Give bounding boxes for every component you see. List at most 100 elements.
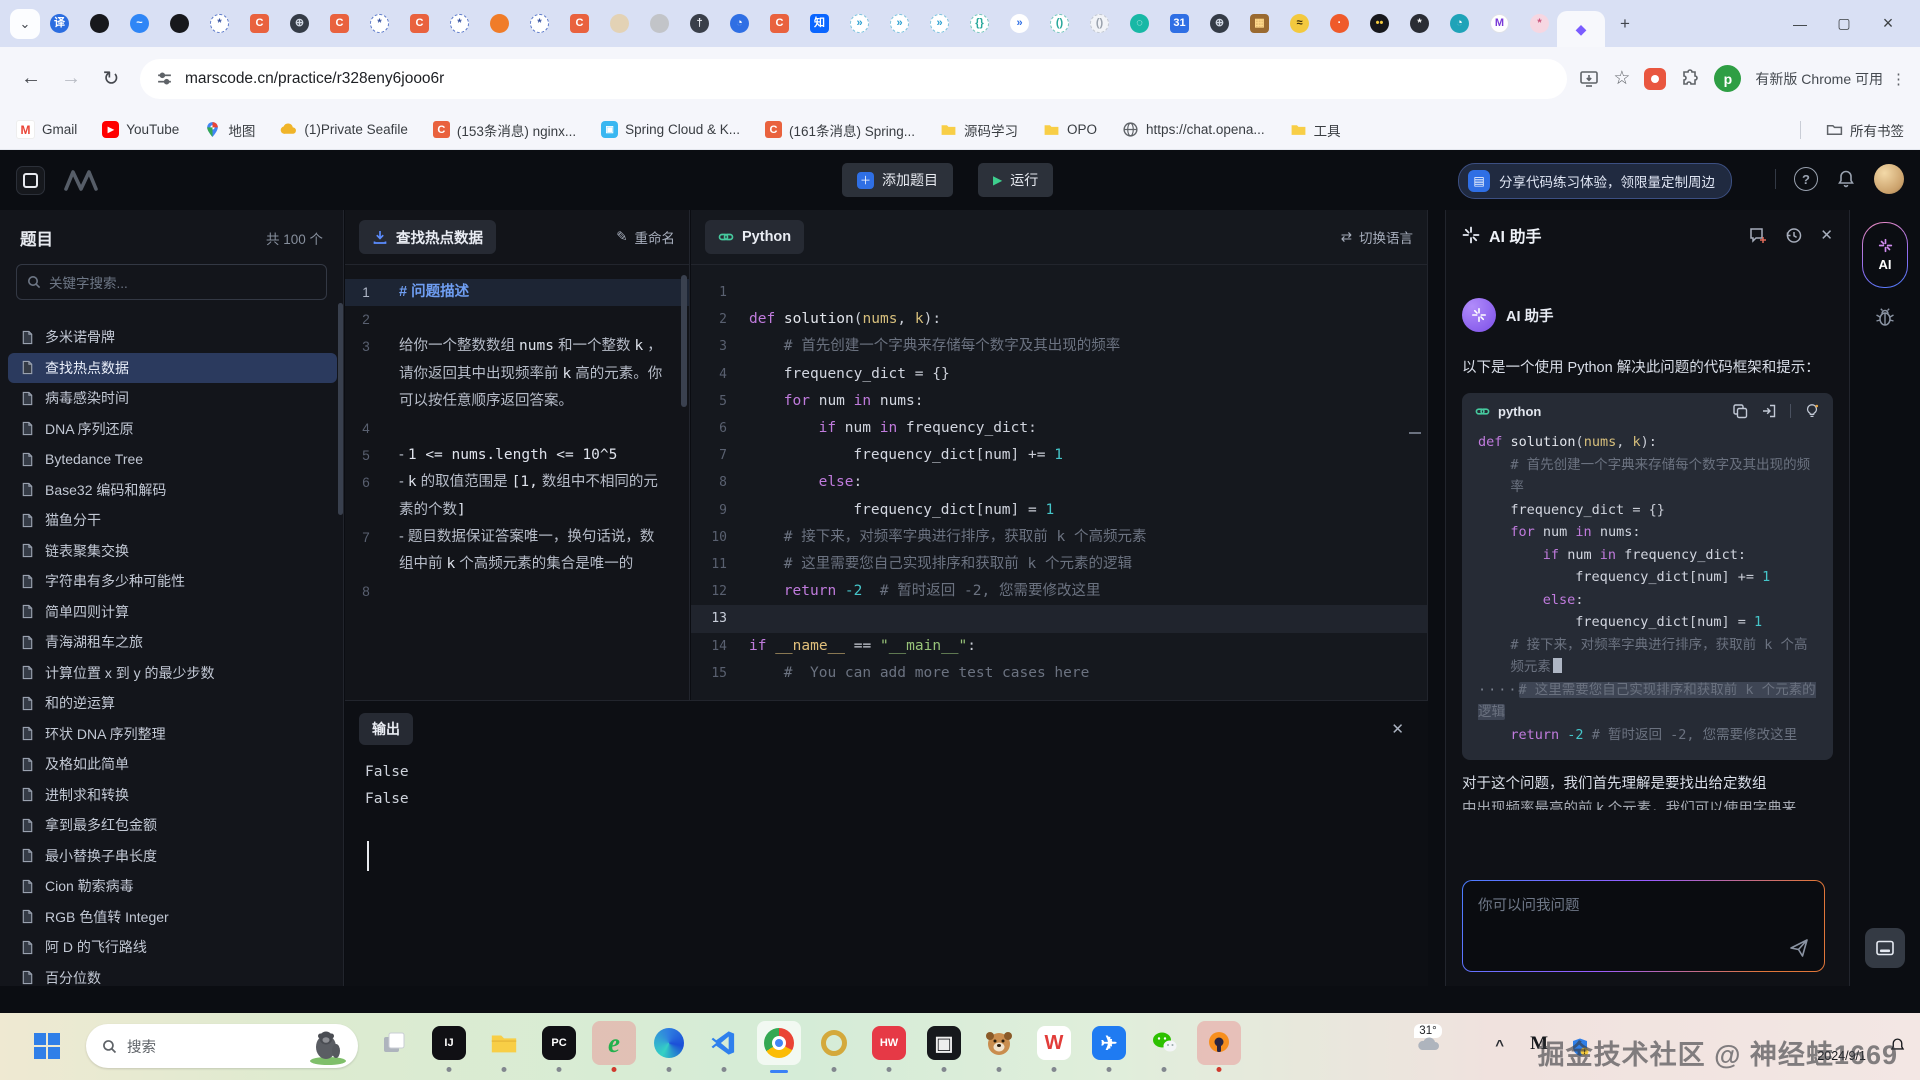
code-area[interactable]: 1 2def solution(nums, k):3# 首先创建一个字典来存储每… xyxy=(691,265,1427,687)
tab-favicon[interactable]: · xyxy=(1330,14,1349,33)
problem-list-item[interactable]: 计算位置 x 到 y 的最少步数 xyxy=(8,658,337,689)
taskbar-app-openvpn[interactable] xyxy=(1197,1021,1241,1065)
switch-language-button[interactable]: ⇄ 切换语言 xyxy=(1341,227,1413,247)
debug-bug-icon[interactable] xyxy=(1874,306,1896,328)
close-button[interactable]: × xyxy=(1866,7,1910,41)
notification-bell-icon[interactable] xyxy=(1836,169,1856,189)
problem-list-item[interactable]: 青海湖租车之旅 xyxy=(8,627,337,658)
language-tab[interactable]: Python xyxy=(705,220,804,254)
tab-favicon[interactable]: {} xyxy=(970,14,989,33)
code-line[interactable]: 14if __name__ == "__main__": xyxy=(691,633,1427,660)
problem-list-item[interactable]: 最小替换子串长度 xyxy=(8,841,337,872)
tab-search-chevron-icon[interactable]: ⌄ xyxy=(10,9,40,39)
taskbar-app-wechat[interactable] xyxy=(1142,1021,1186,1065)
minimize-button[interactable]: — xyxy=(1778,7,1822,41)
help-icon[interactable]: ? xyxy=(1794,167,1818,191)
tab-favicon[interactable]: 知 xyxy=(810,14,829,33)
code-line[interactable]: 6if num in frequency_dict: xyxy=(691,415,1427,442)
tab-favicon[interactable] xyxy=(610,14,629,33)
taskbar-app-task-view[interactable] xyxy=(372,1021,416,1065)
problem-list-item[interactable]: 拿到最多红包金额 xyxy=(8,810,337,841)
copy-icon[interactable] xyxy=(1732,403,1748,419)
code-line[interactable]: 7frequency_dict[num] += 1 xyxy=(691,442,1427,469)
tab-favicon[interactable]: M xyxy=(1490,14,1509,33)
new-chat-icon[interactable] xyxy=(1748,226,1767,245)
forward-button[interactable]: → xyxy=(54,62,88,96)
problem-list-item[interactable]: 百分位数 xyxy=(8,963,337,987)
toggle-panel-button[interactable] xyxy=(1865,928,1905,968)
bookmark-item[interactable]: 工具 xyxy=(1290,120,1341,140)
taskbar-app-intellij-idea[interactable]: IJ xyxy=(427,1021,471,1065)
start-button[interactable] xyxy=(30,1029,64,1063)
output-text[interactable]: FalseFalse xyxy=(345,745,1428,871)
add-problem-button[interactable]: ＋ 添加题目 xyxy=(842,163,953,197)
bookmark-star-icon[interactable]: ☆ xyxy=(1613,67,1630,90)
tab-favicon[interactable]: * xyxy=(450,14,469,33)
notification-center-icon[interactable] xyxy=(1889,1037,1906,1054)
bookmark-item[interactable]: (1)Private Seafile xyxy=(280,121,408,138)
extension-red-icon[interactable] xyxy=(1644,68,1666,90)
search-input[interactable]: 关键字搜索... xyxy=(16,264,327,300)
run-button[interactable]: ▶ 运行 xyxy=(978,163,1053,197)
tab-favicon[interactable]: † xyxy=(690,14,709,33)
tab-favicon[interactable]: C xyxy=(330,14,349,33)
code-line[interactable]: 10# 接下来，对频率字典进行排序，获取前 k 个高频元素 xyxy=(691,524,1427,551)
tab-favicon[interactable] xyxy=(490,14,509,33)
extensions-puzzle-icon[interactable] xyxy=(1680,69,1700,89)
tab-favicon[interactable]: ◔ xyxy=(730,14,749,33)
weather-widget[interactable]: 31° xyxy=(1406,1021,1450,1051)
site-settings-icon[interactable] xyxy=(156,70,173,87)
refresh-button[interactable]: ↻ xyxy=(94,62,128,96)
problem-list-item[interactable]: 多米诺骨牌 xyxy=(8,322,337,353)
tab-favicon[interactable]: C xyxy=(410,14,429,33)
tab-favicon[interactable]: * xyxy=(1530,14,1549,33)
code-line[interactable]: 8else: xyxy=(691,469,1427,496)
bookmark-item[interactable]: https://chat.opena... xyxy=(1122,121,1265,138)
tab-favicon[interactable]: * xyxy=(370,14,389,33)
code-line[interactable]: 11# 这里需要您自己实现排序和获取前 k 个元素的逻辑 xyxy=(691,551,1427,578)
ai-code-content[interactable]: def solution(nums, k):# 首先创建一个字典来存储每个数字及… xyxy=(1462,429,1833,760)
code-line[interactable]: 15# You can add more test cases here xyxy=(691,660,1427,687)
tab-favicon[interactable]: () xyxy=(1090,14,1109,33)
back-button[interactable]: ← xyxy=(14,62,48,96)
active-tab[interactable]: ◆ xyxy=(1557,11,1605,47)
security-shield-icon[interactable]: ! xyxy=(1570,1037,1590,1057)
tab-favicon[interactable]: •• xyxy=(1370,14,1389,33)
tab-favicon[interactable]: ⊕ xyxy=(1210,14,1229,33)
tray-date[interactable]: 2024/9/1 xyxy=(1817,1049,1866,1063)
taskbar-app-box-app[interactable]: ▣ xyxy=(922,1021,966,1065)
code-line[interactable]: 12return -2 # 暂时返回 -2, 您需要修改这里 xyxy=(691,578,1427,605)
problem-list-item[interactable]: Cion 勒索病毒 xyxy=(8,871,337,902)
problem-list-item[interactable]: Base32 编码和解码 xyxy=(8,475,337,506)
output-close-icon[interactable]: ✕ xyxy=(1391,720,1404,738)
taskbar-app-feishu[interactable]: ✈ xyxy=(1087,1021,1131,1065)
taskbar-app-pycharm[interactable]: PC xyxy=(537,1021,581,1065)
hidden-icons-caret[interactable]: ^ xyxy=(1495,1037,1504,1054)
problem-list-item[interactable]: DNA 序列还原 xyxy=(8,414,337,445)
tab-favicon[interactable]: 31 xyxy=(1170,14,1189,33)
code-line[interactable]: 5for num in nums: xyxy=(691,388,1427,415)
tab-favicon[interactable]: C xyxy=(570,14,589,33)
code-line[interactable]: 2def solution(nums, k): xyxy=(691,306,1427,333)
ai-close-icon[interactable]: ✕ xyxy=(1820,226,1833,244)
install-icon[interactable] xyxy=(1579,69,1599,89)
tab-favicon[interactable]: * xyxy=(530,14,549,33)
tab-favicon[interactable]: C xyxy=(250,14,269,33)
problem-list-item[interactable]: 进制求和转换 xyxy=(8,780,337,811)
rename-button[interactable]: ✎ 重命名 xyxy=(616,227,675,247)
tab-favicon[interactable] xyxy=(170,14,189,33)
bookmark-item[interactable]: ▣Spring Cloud & K... xyxy=(601,121,740,138)
url-text[interactable]: marscode.cn/practice/r328eny6jooo6r xyxy=(185,70,444,88)
problem-list-item[interactable]: 及格如此简单 xyxy=(8,749,337,780)
tab-favicon[interactable]: () xyxy=(1050,14,1069,33)
code-line[interactable]: 4frequency_dict = {} xyxy=(691,361,1427,388)
tab-favicon[interactable]: * xyxy=(1410,14,1429,33)
output-tab[interactable]: 输出 xyxy=(359,713,413,745)
tab-favicon[interactable] xyxy=(650,14,669,33)
taskbar-app-edge[interactable] xyxy=(647,1021,691,1065)
sidebar-scrollbar[interactable] xyxy=(338,303,343,515)
tab-favicon[interactable]: ▦ xyxy=(1250,14,1269,33)
tab-favicon[interactable] xyxy=(90,14,109,33)
tray-m-icon[interactable]: M xyxy=(1530,1033,1548,1055)
lightbulb-icon[interactable] xyxy=(1804,403,1820,419)
